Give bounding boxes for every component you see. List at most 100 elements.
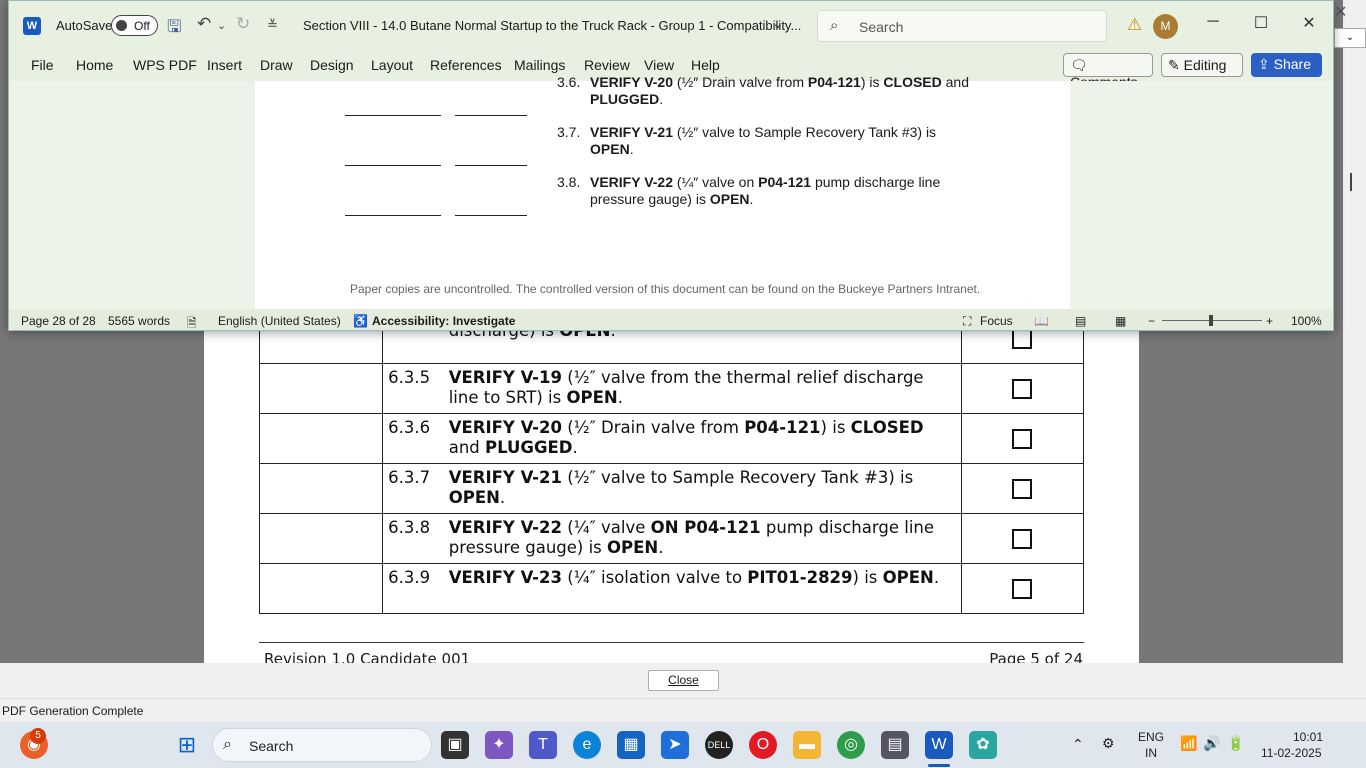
search-input[interactable]: ⌕ Search xyxy=(817,10,1107,42)
wifi-icon[interactable]: 📶 xyxy=(1180,735,1197,752)
taskbar-search[interactable]: ⌕ Search xyxy=(212,728,432,762)
language-indicator-sub[interactable]: IN xyxy=(1145,746,1157,760)
focus-icon[interactable]: ⛶ xyxy=(963,314,971,329)
tab-insert[interactable]: Insert xyxy=(207,57,242,73)
step-number: 3.7. xyxy=(557,124,581,140)
task-view-icon[interactable]: ▣ xyxy=(441,731,469,759)
volume-icon[interactable]: 🔊 xyxy=(1203,735,1220,752)
page-count[interactable]: Page 28 of 28 xyxy=(21,314,96,328)
focus-mode[interactable]: Focus xyxy=(980,314,1013,328)
chevron-down-icon[interactable]: ⌄ xyxy=(217,19,226,32)
zoom-out-icon[interactable]: − xyxy=(1148,314,1155,328)
table-row: 6.3.6 VERIFY V-20 (½″ Drain valve from P0… xyxy=(258,413,1085,464)
web-layout-icon[interactable]: ▦ xyxy=(1115,314,1126,328)
teams-icon[interactable]: T xyxy=(529,731,557,759)
toggle-knob xyxy=(116,20,127,31)
tab-draw[interactable]: Draw xyxy=(260,57,293,73)
print-layout-icon[interactable]: ▤ xyxy=(1075,314,1086,328)
table-row: 6.3.8 VERIFY V-22 (¼″ valve ON P04-121 pu… xyxy=(258,513,1085,564)
zoom-level[interactable]: 100% xyxy=(1291,314,1322,328)
read-mode-icon[interactable]: 📖 xyxy=(1034,314,1049,328)
tab-design[interactable]: Design xyxy=(310,57,354,73)
share-button[interactable]: ⇪ Share ⌄ xyxy=(1251,53,1322,89)
redo-icon[interactable]: ↻ xyxy=(236,14,250,34)
tab-help[interactable]: Help xyxy=(691,57,720,73)
table-cell xyxy=(258,463,384,514)
autosave-toggle[interactable]: Off xyxy=(111,15,158,36)
step-number: 3.8. xyxy=(557,174,581,190)
chrome-icon[interactable]: ◎ xyxy=(837,731,865,759)
pdf-scrollbar[interactable] xyxy=(1343,0,1366,663)
step-text: VERIFY V-23 (¼″ isolation valve to PIT01… xyxy=(448,563,962,614)
pencil-icon: ✎ xyxy=(1168,57,1180,73)
powerautomate-icon[interactable]: ➤ xyxy=(661,731,689,759)
file-explorer-icon[interactable]: ▬ xyxy=(793,731,821,759)
notification-badge: 5 xyxy=(30,728,46,744)
start-icon[interactable]: ⊞ xyxy=(173,731,201,759)
avatar[interactable]: M xyxy=(1153,14,1178,39)
close-icon[interactable]: ✕ xyxy=(1334,2,1347,22)
checkbox-cell xyxy=(960,363,1085,414)
word-window[interactable]: W AutoSave Off 🖫 ↶ ⌄ ↻ ≚ Section VIII - … xyxy=(8,0,1334,331)
checkbox[interactable] xyxy=(1012,378,1033,399)
clock-time[interactable]: 10:01 xyxy=(1293,730,1323,744)
chevron-down-icon[interactable]: ⌄ xyxy=(1334,28,1366,48)
chevron-down-icon[interactable]: ⌄ xyxy=(772,15,784,32)
zoom-in-icon[interactable]: + xyxy=(1266,314,1273,328)
taskbar: ◉ 5 ⊞ ⌕ Search ▣ ✦ T e ▦ ➤ DELL O ▬ ◎ ▤ … xyxy=(0,722,1366,768)
tab-mailings[interactable]: Mailings xyxy=(514,57,565,73)
edge-icon[interactable]: e xyxy=(573,731,601,759)
tab-view[interactable]: View xyxy=(644,57,674,73)
document-page[interactable]: 3.6. VERIFY V-20 (½″ Drain valve from P0… xyxy=(255,74,1070,309)
battery-icon[interactable]: 🔋 xyxy=(1227,735,1244,752)
document-canvas[interactable]: 3.6. VERIFY V-20 (½″ Drain valve from P0… xyxy=(9,74,1333,309)
dell-icon[interactable]: DELL xyxy=(705,731,733,759)
accessibility-icon[interactable]: ♿ xyxy=(353,314,368,328)
checkbox[interactable] xyxy=(1012,478,1033,499)
step-text: VERIFY V-22 (¼″ valve on P04-121 pump di… xyxy=(590,174,941,207)
copilot-icon[interactable]: ✦ xyxy=(485,731,513,759)
close-button[interactable]: Close xyxy=(648,670,719,691)
share-icon: ⇪ xyxy=(1258,56,1270,72)
word-logo-icon: W xyxy=(23,17,41,35)
checkbox[interactable] xyxy=(1012,428,1033,449)
tab-file[interactable]: File xyxy=(31,57,54,73)
document-title[interactable]: Section VIII - 14.0 Butane Normal Startu… xyxy=(303,18,801,33)
tab-layout[interactable]: Layout xyxy=(371,57,413,73)
minimize-icon[interactable]: ─ xyxy=(1198,13,1228,31)
tab-wps-pdf[interactable]: WPS PDF xyxy=(133,57,197,73)
pdf-scrollbar-thumb[interactable] xyxy=(1350,173,1352,191)
procedure-table: VERIFY V-18 (½″ inlet valve to thermal r… xyxy=(258,301,1085,614)
network-icon[interactable]: ⚙ xyxy=(1102,735,1115,752)
proofing-icon[interactable]: 🗎 xyxy=(187,314,197,330)
comments-button[interactable]: 🗨 Comments xyxy=(1063,53,1153,90)
step-text: VERIFY V-21 (½″ valve to Sample Recovery… xyxy=(448,463,962,514)
tab-home[interactable]: Home xyxy=(76,57,113,73)
signature-line xyxy=(455,215,527,216)
accessibility-status[interactable]: Accessibility: Investigate xyxy=(372,314,515,328)
close-icon[interactable]: ✕ xyxy=(1294,13,1324,33)
warning-icon[interactable]: ⚠ xyxy=(1127,15,1142,35)
undo-icon[interactable]: ↶ xyxy=(197,14,211,34)
maximize-icon[interactable]: ☐ xyxy=(1246,13,1276,33)
app-icon[interactable]: ▤ xyxy=(881,731,909,759)
chevron-up-icon[interactable]: ⌃ xyxy=(1072,736,1084,753)
tab-review[interactable]: Review xyxy=(584,57,630,73)
save-icon[interactable]: 🖫 xyxy=(167,14,181,43)
language-indicator[interactable]: ENG xyxy=(1138,730,1164,744)
app-icon[interactable]: ✿ xyxy=(969,731,997,759)
opera-icon[interactable]: O xyxy=(749,731,777,759)
checkbox[interactable] xyxy=(1012,578,1033,599)
word-count[interactable]: 5565 words xyxy=(108,314,170,328)
store-icon[interactable]: ▦ xyxy=(617,731,645,759)
clock-date[interactable]: 11-02-2025 xyxy=(1261,746,1322,760)
pdf-status-bar: PDF Generation Complete xyxy=(0,698,1366,722)
language[interactable]: English (United States) xyxy=(218,314,341,328)
tab-references[interactable]: References xyxy=(430,57,502,73)
checkbox[interactable] xyxy=(1012,328,1033,349)
editing-mode-button[interactable]: ✎ Editing ⌄ xyxy=(1161,53,1243,90)
checkbox[interactable] xyxy=(1012,528,1033,549)
zoom-slider-thumb[interactable] xyxy=(1209,315,1213,326)
word-icon[interactable]: W xyxy=(925,731,953,759)
customize-toolbar-icon[interactable]: ≚ xyxy=(267,17,278,33)
